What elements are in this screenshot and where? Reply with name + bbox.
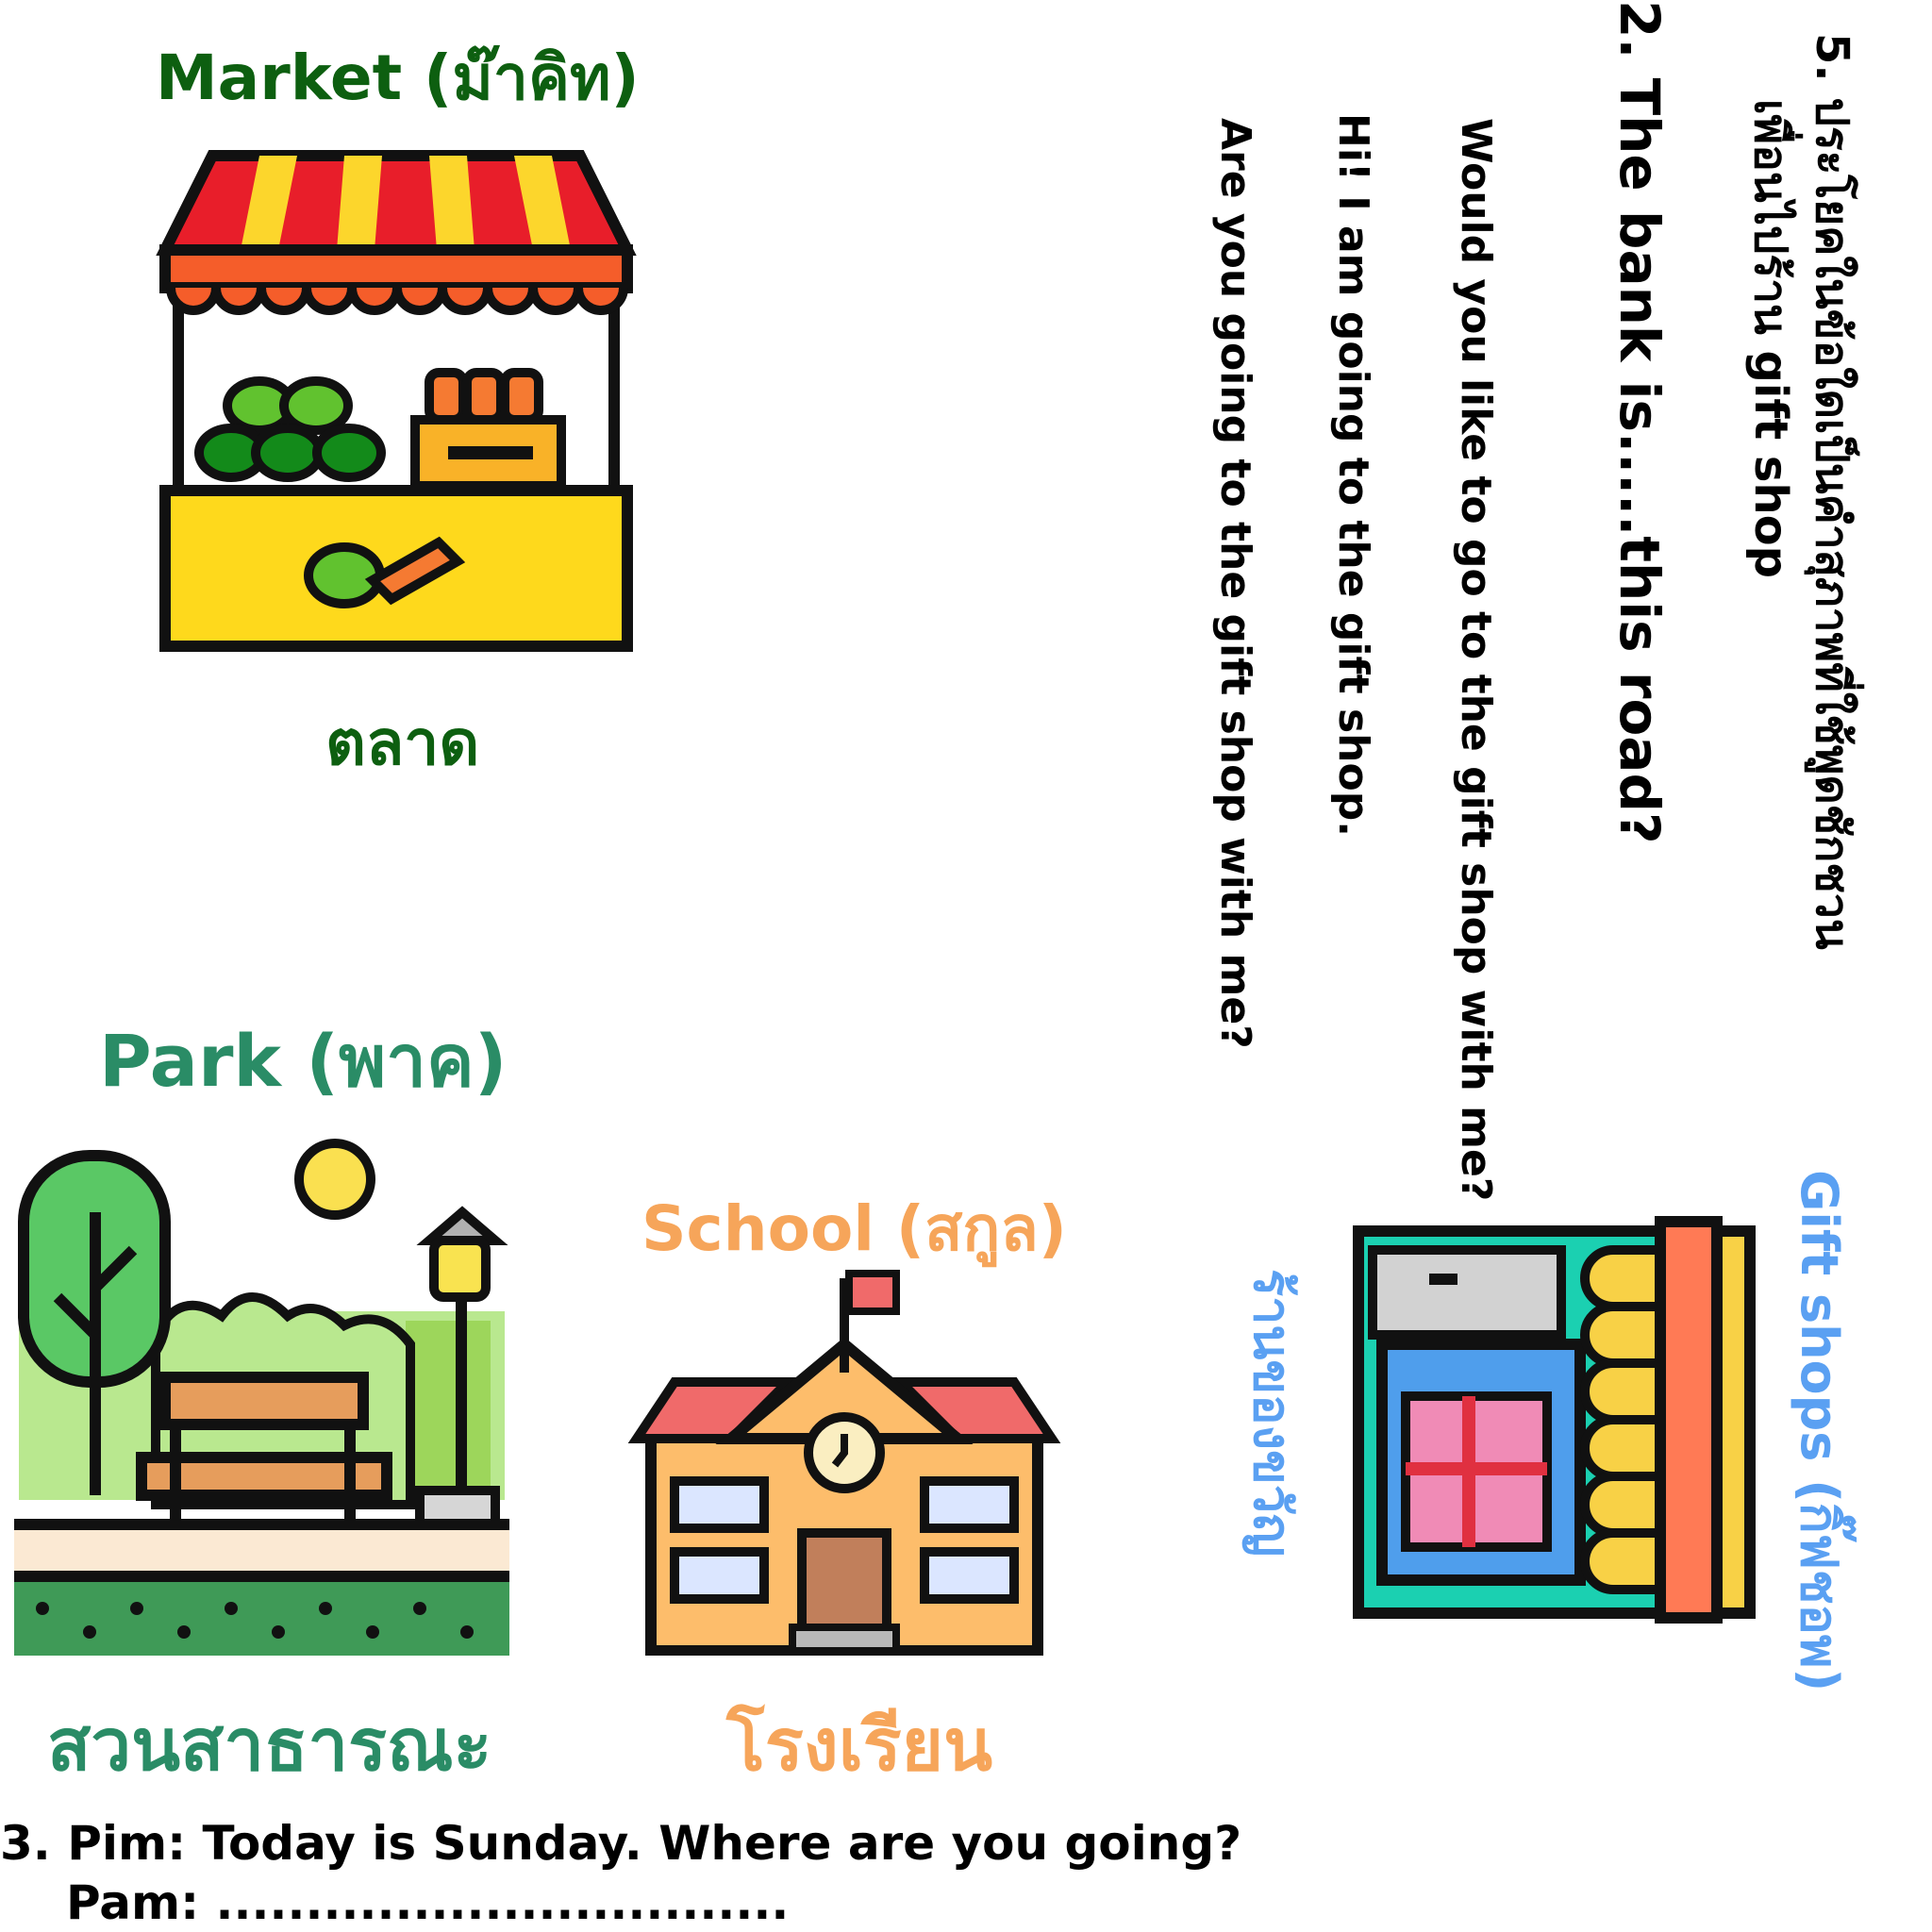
question-5-line-1: 5. ประโยคในข้อใดเป็นคำสุภาพที่ใช้พูดชักช… [1806,33,1858,950]
gift-shop-title: Gift shops (กิ๊ฟชอพ) [1790,1170,1849,1692]
question-5-option: Are you going to the gift shop with me? [1211,118,1259,1049]
question-5-option: Would you like to go to the gift shop wi… [1452,118,1500,1202]
question-5-option: Hi! I am going to the gift shop. [1329,113,1377,837]
gift-shop-thai-label: ร้านของขวัญ [1242,1269,1302,1557]
question-2: 2. The bank is.....this road? [1607,0,1672,844]
question-3-line-1: 3. Pim: Today is Sunday. Where are you g… [0,1816,1242,1871]
park-icon [14,1139,509,1656]
market-title: Market (ม๊าคิท) [156,42,640,114]
park-title: Park (พาค) [99,1019,508,1103]
park-thai-label: สวนสาธารณะ [47,1703,492,1787]
question-5-line-2: เพื่อนไปร้าน gift shop [1744,99,1797,578]
market-thai-label: ตลาด [325,707,480,779]
question-3-line-2: Pam: ................................ [66,1875,790,1930]
gift-shop-icon [1353,1216,1756,1624]
market-stall-icon [156,150,637,652]
school-thai-label: โรงเรียน [726,1703,993,1787]
school-icon [627,1270,1061,1656]
